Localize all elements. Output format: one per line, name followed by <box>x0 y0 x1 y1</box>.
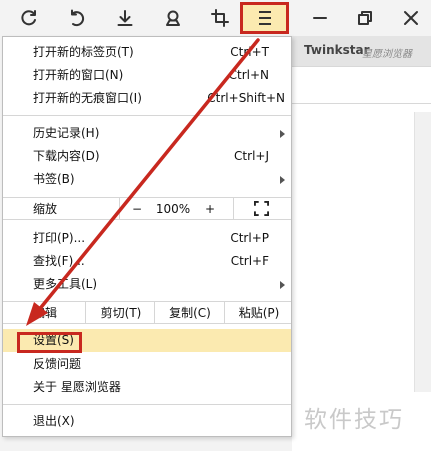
zoom-in-button[interactable]: + <box>202 198 218 219</box>
menu-item-label: 反馈问题 <box>33 357 82 371</box>
menu-item-label: 书签(B) <box>33 172 75 186</box>
menu-item-label: 更多工具(L) <box>33 277 98 291</box>
menu-separator <box>3 404 291 405</box>
menu-item-label: 关于 星愿浏览器 <box>33 380 121 394</box>
menu-item-about[interactable]: 关于 星愿浏览器 <box>3 376 291 399</box>
menu-item-new-window[interactable]: 打开新的窗口(N) Ctrl+N <box>3 64 291 87</box>
zoom-row: 缩放 − 100% + <box>3 197 291 220</box>
submenu-arrow-icon <box>280 130 285 138</box>
menu-item-label: 打开新的窗口(N) <box>33 68 124 82</box>
main-menu-button[interactable] <box>240 2 289 34</box>
cut-button[interactable]: 剪切(T) <box>93 302 149 323</box>
browser-toolbar <box>0 0 431 36</box>
submenu-arrow-icon <box>280 176 285 184</box>
zoom-out-button[interactable]: − <box>129 198 145 219</box>
menu-item-print[interactable]: 打印(P)... Ctrl+P <box>3 227 291 250</box>
menu-item-downloads[interactable]: 下载内容(D) Ctrl+J <box>3 145 291 168</box>
menu-item-label: 打开新的标签页(T) <box>33 45 134 59</box>
menu-item-new-incognito-window[interactable]: 打开新的无痕窗口(I) Ctrl+Shift+N <box>3 87 291 110</box>
menu-item-history[interactable]: 历史记录(H) <box>3 122 291 145</box>
minimize-icon[interactable] <box>305 4 335 32</box>
menu-item-label: 打开新的无痕窗口(I) <box>33 91 142 105</box>
menu-item-shortcut: Ctrl+F <box>230 254 269 268</box>
menu-item-feedback[interactable]: 反馈问题 <box>3 353 291 376</box>
menu-item-more-tools[interactable]: 更多工具(L) <box>3 273 291 296</box>
menu-item-exit[interactable]: 退出(X) <box>3 410 291 433</box>
zoom-level: 100% <box>155 202 191 216</box>
copy-button[interactable]: 复制(C) <box>161 302 219 323</box>
menu-item-label: 历史记录(H) <box>33 126 100 140</box>
zoom-label: 缩放 <box>33 202 58 216</box>
menu-item-label: 退出(X) <box>33 414 75 428</box>
menu-item-shortcut: Ctrl+J <box>234 149 269 163</box>
main-menu-dropdown: 打开新的标签页(T) Ctrl+T 打开新的窗口(N) Ctrl+N 打开新的无… <box>2 36 292 437</box>
close-icon[interactable] <box>396 4 426 32</box>
zoom-divider <box>233 198 234 219</box>
menu-separator <box>3 115 291 116</box>
hamburger-menu-icon <box>258 11 271 25</box>
page-side-panel <box>414 112 431 392</box>
page-content <box>292 104 431 451</box>
submenu-arrow-icon <box>280 281 285 289</box>
menu-item-label: 打印(P)... <box>33 231 86 245</box>
undo-icon[interactable] <box>62 4 92 32</box>
annotation-highlight-box <box>17 332 82 353</box>
edit-label: 编辑 <box>33 306 58 320</box>
address-bar[interactable] <box>292 66 431 104</box>
menu-item-new-tab[interactable]: 打开新的标签页(T) Ctrl+T <box>3 41 291 64</box>
menu-item-find[interactable]: 查找(F)... Ctrl+F <box>3 250 291 273</box>
tab-title: Twinkstar <box>304 43 370 57</box>
refresh-icon[interactable] <box>14 4 44 32</box>
zoom-divider <box>119 198 120 219</box>
edit-row: 编辑 剪切(T) 复制(C) 粘贴(P) <box>3 301 291 324</box>
tab-subtitle: 星愿浏览器 <box>362 49 412 60</box>
edit-divider <box>154 302 155 323</box>
edit-divider <box>85 302 86 323</box>
restore-icon[interactable] <box>350 4 380 32</box>
menu-item-bookmarks[interactable]: 书签(B) <box>3 168 291 191</box>
user-icon[interactable] <box>158 4 188 32</box>
menu-item-label: 查找(F)... <box>33 254 85 268</box>
menu-item-label: 下载内容(D) <box>33 149 100 163</box>
menu-item-shortcut: Ctrl+T <box>230 45 269 59</box>
fullscreen-icon[interactable] <box>253 201 269 222</box>
menu-item-shortcut: Ctrl+P <box>230 231 269 245</box>
paste-button[interactable]: 粘贴(P) <box>231 302 287 323</box>
watermark-text: 软件技巧 <box>304 407 404 433</box>
menu-item-shortcut: Ctrl+Shift+N <box>207 91 285 105</box>
crop-icon[interactable] <box>205 4 235 32</box>
edit-divider <box>224 302 225 323</box>
download-icon[interactable] <box>110 4 140 32</box>
menu-item-settings[interactable]: 设置(S) <box>3 329 291 353</box>
menu-item-shortcut: Ctrl+N <box>228 68 269 82</box>
